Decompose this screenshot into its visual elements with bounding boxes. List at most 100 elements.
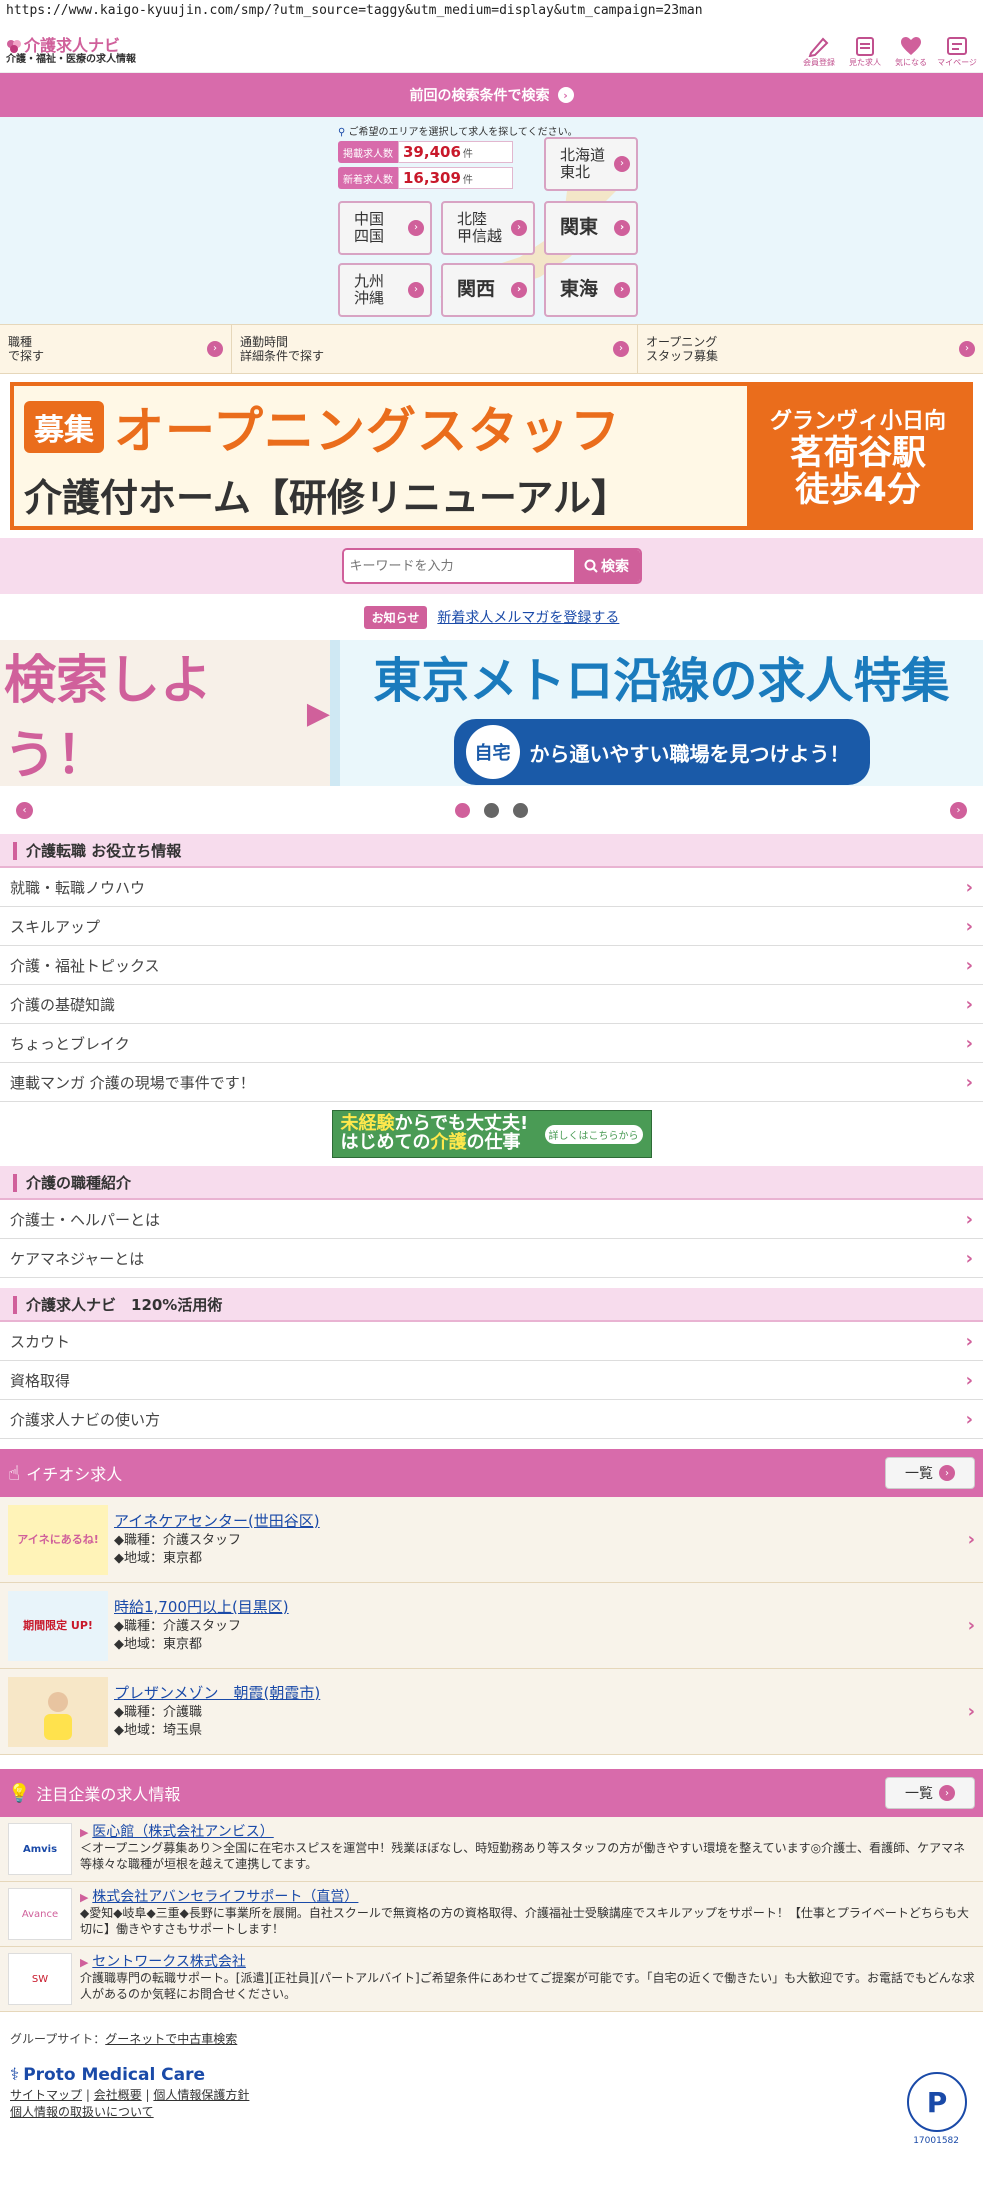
register-button[interactable]: 会員登録 (799, 35, 839, 68)
logo-main-text: 介護求人ナビ (24, 35, 121, 55)
carousel-dot[interactable] (484, 802, 499, 818)
sitemap-link[interactable]: サイトマップ (10, 2088, 82, 2102)
job-title-link[interactable]: 時給1,700円以上(目黒区) (114, 1598, 289, 1616)
list-item[interactable]: 連載マンガ 介護の現場で事件です！ › (0, 1063, 983, 1102)
search-by-occupation[interactable]: 職種 で探す › (0, 325, 232, 373)
region-tokai[interactable]: 東海 › (544, 263, 638, 317)
company-card[interactable]: SW ▶ セントワークス株式会社 介護職専門の転職サポート。[派遣][正社員][… (0, 1947, 983, 2012)
job-title-link[interactable]: プレザンメゾン 朝霞(朝霞市) (114, 1684, 320, 1702)
company-link[interactable]: 医心館（株式会社アンビス） (92, 1824, 273, 1840)
viewed-label: 見た求人 (849, 57, 881, 67)
feature-carousel[interactable]: 検索しよう！ ▶ 東京メトロ沿線の求人特集 自宅 から通いやすい職場を見つけよう！ (0, 640, 983, 786)
region-label: 九州 沖縄 (354, 271, 385, 307)
chevron-right-icon: › (965, 1071, 973, 1093)
newsletter-link[interactable]: 新着求人メルマガを登録する (437, 607, 619, 627)
list-item[interactable]: 介護求人ナビの使い方 › (0, 1400, 983, 1439)
banner-station: 茗荷谷駅 (790, 432, 926, 473)
chevron-right-icon: › (965, 1208, 973, 1230)
section-title: 介護求人ナビ 120%活用術 (26, 1295, 223, 1314)
carousel-next-button[interactable]: › (950, 801, 967, 819)
list-item[interactable]: スキルアップ › (0, 907, 983, 946)
banner-word: 未経験 (340, 1113, 395, 1135)
chevron-right-icon: › (965, 915, 973, 937)
region-hokuriku-koshinetsu[interactable]: 北陸 甲信越 › (441, 201, 535, 255)
region-kanto[interactable]: 関東 › (544, 201, 638, 255)
carousel-badge: 自宅 (465, 725, 520, 779)
arrow-right-icon: › (408, 282, 424, 298)
region-kyushu-okinawa[interactable]: 九州 沖縄 › (338, 263, 432, 317)
privacy-mark-icon: P (907, 2072, 967, 2132)
list-button-label: 一覧 (905, 1786, 933, 1802)
lightbulb-icon: 💡 (8, 1782, 31, 1804)
brand-logo[interactable]: ⚕ Proto Medical Care (10, 2065, 973, 2085)
heart-icon (901, 36, 921, 55)
job-card[interactable]: アイネにあるね! アイネケアセンター(世田谷区) ◆職種：介護スタッフ ◆地域：… (0, 1497, 983, 1583)
carousel-dot[interactable] (455, 802, 470, 818)
company-card[interactable]: Amvis ▶ 医心館（株式会社アンビス） ＜オープニング募集あり＞全国に在宅ホ… (0, 1817, 983, 1882)
section-title: 介護転職 お役立ち情報 (26, 841, 182, 860)
chevron-right-icon: › (967, 1615, 975, 1636)
region-chugoku-shikoku[interactable]: 中国 四国 › (338, 201, 432, 255)
list-item[interactable]: スカウト › (0, 1322, 983, 1361)
job-occupation: ◆職種：介護職 (114, 1704, 202, 1720)
brand-mark-icon: ⚕ (10, 2065, 20, 2085)
list-item[interactable]: 就職・転職ノウハウ › (0, 868, 983, 907)
list-item[interactable]: 資格取得 › (0, 1361, 983, 1400)
region-label: 関東 (560, 216, 599, 239)
total-jobs-value: 39,406 (403, 143, 461, 161)
chevron-right-icon: › (965, 1330, 973, 1352)
company-info-link[interactable]: 会社概要 (94, 2088, 142, 2102)
previous-search-button[interactable]: 前回の検索条件で検索 › (0, 73, 983, 117)
carousel-left-text: 検索しよう！ (4, 651, 213, 786)
search-button[interactable]: 検索 (573, 550, 640, 582)
companies-title: 注目企業の求人情報 (36, 1785, 181, 1804)
region-kansai[interactable]: 関西 › (441, 263, 535, 317)
list-item[interactable]: 介護士・ヘルパーとは › (0, 1200, 983, 1239)
list-item-label: 介護の基礎知識 (10, 995, 116, 1014)
carousel-controls: ‹ › (0, 786, 983, 834)
favorites-button[interactable]: 気になる (891, 35, 931, 68)
beginner-banner[interactable]: 未経験からでも大丈夫! はじめての介護の仕事 詳しくはこちらから (0, 1102, 983, 1166)
carousel-dot[interactable] (513, 802, 528, 818)
job-card[interactable]: 期間限定 UP! 時給1,700円以上(目黒区) ◆職種：介護スタッフ ◆地域：… (0, 1583, 983, 1669)
company-link[interactable]: セントワークス株式会社 (92, 1954, 246, 1970)
site-footer: グループサイト：グーネットで中古車検索 ⚕ Proto Medical Care… (0, 2012, 983, 2146)
region-hokkaido-tohoku[interactable]: 北海道 東北 › (544, 137, 638, 191)
url-bar[interactable]: https://www.kaigo-kyuujin.com/smp/?utm_s… (0, 0, 983, 30)
site-logo[interactable]: 介護求人ナビ 介護・福祉・医療の求人情報 (6, 37, 136, 66)
company-link[interactable]: 株式会社アバンセライフサポート（直営） (92, 1889, 358, 1905)
list-item[interactable]: 介護の基礎知識 › (0, 985, 983, 1024)
site-header: 介護求人ナビ 介護・福祉・医療の求人情報 会員登録 見た求人 気になる マイペー… (0, 30, 983, 73)
viewed-jobs-button[interactable]: 見た求人 (845, 35, 885, 68)
job-title-link[interactable]: アイネケアセンター(世田谷区) (114, 1512, 320, 1530)
search-opening-staff[interactable]: オープニング スタッフ募集 › (638, 325, 983, 373)
group-site-link[interactable]: グーネットで中古車検索 (105, 2032, 237, 2046)
companies-list-button[interactable]: 一覧 › (885, 1777, 975, 1809)
banner-walk: 徒歩4分 (795, 470, 921, 510)
company-card[interactable]: Avance ▶ 株式会社アバンセライフサポート（直営） ◆愛知◆岐阜◆三重◆長… (0, 1882, 983, 1947)
list-item[interactable]: ちょっとブレイク › (0, 1024, 983, 1063)
carousel-current-slide[interactable]: 東京メトロ沿線の求人特集 自宅 から通いやすい職場を見つけよう！ (330, 640, 983, 786)
list-item[interactable]: 介護・福祉トピックス › (0, 946, 983, 985)
banner-badge: 詳しくはこちらから (544, 1124, 643, 1144)
search-option-label: オープニング スタッフ募集 (646, 334, 719, 363)
privacy-handling-link[interactable]: 個人情報の取扱いについて (10, 2105, 154, 2119)
banner-facility: グランヴィ小日向 (769, 408, 946, 434)
banner-headline: オープニングスタッフ (114, 401, 621, 460)
list-item[interactable]: ケアマネジャーとは › (0, 1239, 983, 1278)
list-item-label: 介護求人ナビの使い方 (10, 1410, 161, 1429)
mypage-button[interactable]: マイページ (937, 35, 977, 68)
search-by-commute[interactable]: 通勤時間 詳細条件で探す › (232, 325, 638, 373)
job-card[interactable]: プレザンメゾン 朝霞(朝霞市) ◆職種：介護職 ◆地域：埼玉県 › (0, 1669, 983, 1755)
privacy-policy-link[interactable]: 個人情報保護方針 (153, 2088, 249, 2102)
keyword-input[interactable] (343, 550, 574, 582)
carousel-prev-button[interactable]: ‹ (16, 801, 33, 819)
featured-list-button[interactable]: 一覧 › (885, 1457, 975, 1489)
company-desc: ◆愛知◆岐阜◆三重◆長野に事業所を展開。自社スクールで無資格の方の資格取得、介護… (80, 1906, 969, 1936)
region-label: 北海道 東北 (560, 145, 606, 181)
company-logo-text: Amvis (22, 1843, 58, 1855)
opening-staff-banner[interactable]: 募集 オープニングスタッフ 介護付ホーム【研修リニューアル】 グランヴィ小日向 … (10, 382, 973, 530)
arrow-right-icon: › (939, 1785, 955, 1801)
region-label: 東海 (560, 278, 599, 301)
chevron-right-icon: › (965, 993, 973, 1015)
